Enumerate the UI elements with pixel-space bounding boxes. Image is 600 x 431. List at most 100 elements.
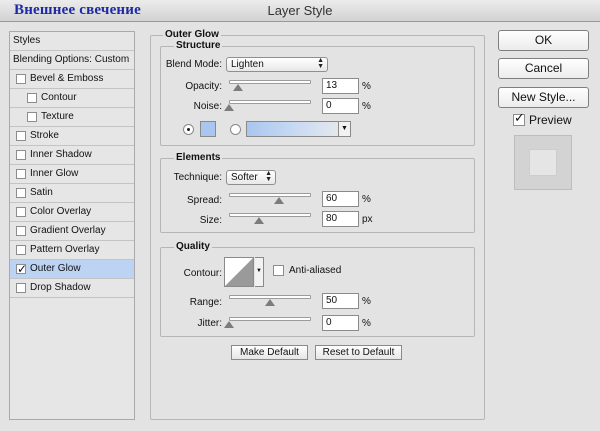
cancel-button[interactable]: Cancel: [498, 58, 589, 79]
jitter-input[interactable]: 0: [322, 315, 359, 331]
opacity-label: Opacity:: [185, 81, 222, 92]
solid-color-radio[interactable]: [183, 124, 194, 135]
noise-slider[interactable]: [229, 100, 311, 104]
anti-aliased-label: Anti-aliased: [289, 265, 342, 276]
updown-arrows-icon: ▲ ▼: [265, 170, 272, 183]
elements-title: Elements: [174, 152, 223, 163]
reset-to-default-button[interactable]: Reset to Default: [315, 345, 402, 360]
style-item-label: Inner Glow: [30, 168, 79, 179]
ok-button[interactable]: OK: [498, 30, 589, 51]
glow-gradient-picker[interactable]: ▼: [246, 121, 351, 137]
styles-panel: Styles Blending Options: Custom Bevel & …: [9, 31, 135, 420]
preview-thumbnail: [514, 135, 572, 190]
style-item-inner-glow[interactable]: Inner Glow: [10, 165, 134, 184]
bevel-emboss-checkbox[interactable]: [16, 74, 26, 84]
style-item-texture[interactable]: Texture: [10, 108, 134, 127]
color-overlay-checkbox[interactable]: [16, 207, 26, 217]
blend-mode-value: Lighten: [231, 59, 264, 70]
opacity-input[interactable]: 13: [322, 78, 359, 94]
style-item-contour[interactable]: Contour: [10, 89, 134, 108]
jitter-slider[interactable]: [229, 317, 311, 321]
jitter-unit: %: [362, 318, 371, 329]
style-item-stroke[interactable]: Stroke: [10, 127, 134, 146]
style-item-bevel-emboss[interactable]: Bevel & Emboss: [10, 70, 134, 89]
size-slider-thumb[interactable]: [254, 217, 264, 224]
spread-slider-thumb[interactable]: [274, 197, 284, 204]
style-item-label: Pattern Overlay: [30, 244, 100, 255]
contour-dropdown-icon[interactable]: ▼: [255, 257, 264, 287]
opacity-unit: %: [362, 81, 371, 92]
pattern-overlay-checkbox[interactable]: [16, 245, 26, 255]
radio-dot: [187, 128, 190, 131]
style-item-label: Stroke: [30, 130, 59, 141]
blending-options-label: Blending Options: Custom: [13, 54, 130, 65]
size-slider[interactable]: [229, 213, 311, 217]
make-default-button[interactable]: Make Default: [231, 345, 308, 360]
style-item-label: Inner Shadow: [30, 149, 92, 160]
size-input[interactable]: 80: [322, 211, 359, 227]
preview-swatch: [529, 149, 557, 176]
outer-glow-title: Outer Glow: [163, 29, 221, 40]
gradient-radio[interactable]: [230, 124, 241, 135]
range-slider-thumb[interactable]: [265, 299, 275, 306]
inner-glow-checkbox[interactable]: [16, 169, 26, 179]
gradient-overlay-checkbox[interactable]: [16, 226, 26, 236]
style-item-label: Satin: [30, 187, 53, 198]
spread-input[interactable]: 60: [322, 191, 359, 207]
range-label: Range:: [189, 297, 222, 308]
contour-checkbox[interactable]: [27, 93, 37, 103]
quality-title: Quality: [174, 241, 212, 252]
stroke-checkbox[interactable]: [16, 131, 26, 141]
blend-mode-select[interactable]: Lighten ▲ ▼: [226, 57, 328, 72]
outer-glow-checkbox[interactable]: ✓: [16, 262, 27, 276]
range-input[interactable]: 50: [322, 293, 359, 309]
contour-preview[interactable]: [224, 257, 254, 287]
preview-checkbox[interactable]: ✓: [513, 110, 525, 126]
technique-value: Softer: [231, 172, 258, 183]
drop-shadow-checkbox[interactable]: [16, 283, 26, 293]
styles-header[interactable]: Styles: [10, 32, 134, 51]
window-title: Layer Style: [267, 3, 333, 18]
new-style-button[interactable]: New Style...: [498, 87, 589, 108]
opacity-slider-thumb[interactable]: [233, 84, 243, 91]
noise-slider-thumb[interactable]: [224, 104, 234, 111]
noise-unit: %: [362, 101, 371, 112]
texture-checkbox[interactable]: [27, 112, 37, 122]
size-label: Size:: [199, 215, 222, 226]
technique-select[interactable]: Softer ▲ ▼: [226, 170, 276, 185]
style-item-label: Gradient Overlay: [30, 225, 106, 236]
structure-title: Structure: [174, 40, 223, 51]
style-item-gradient-overlay[interactable]: Gradient Overlay: [10, 222, 134, 241]
inner-shadow-checkbox[interactable]: [16, 150, 26, 160]
style-item-label: Contour: [41, 92, 77, 103]
blending-options-item[interactable]: Blending Options: Custom: [10, 51, 134, 70]
anti-aliased-checkbox[interactable]: [273, 265, 284, 276]
style-item-inner-shadow[interactable]: Inner Shadow: [10, 146, 134, 165]
size-unit: px: [362, 214, 373, 225]
style-item-drop-shadow[interactable]: Drop Shadow: [10, 279, 134, 298]
style-item-color-overlay[interactable]: Color Overlay: [10, 203, 134, 222]
style-item-label: Color Overlay: [30, 206, 92, 217]
jitter-label: Jitter:: [197, 318, 222, 329]
preview-label: Preview: [529, 113, 572, 127]
contour-label: Contour:: [183, 268, 222, 279]
style-item-satin[interactable]: Satin: [10, 184, 134, 203]
style-item-outer-glow[interactable]: ✓ Outer Glow: [10, 260, 134, 279]
checkmark-icon: ✓: [17, 262, 28, 276]
style-item-label: Texture: [41, 111, 74, 122]
jitter-slider-thumb[interactable]: [224, 321, 234, 328]
updown-arrows-icon: ▲ ▼: [317, 57, 324, 70]
style-item-label: Outer Glow: [30, 263, 81, 274]
checkmark-icon: ✓: [514, 110, 525, 125]
satin-checkbox[interactable]: [16, 188, 26, 198]
spread-slider[interactable]: [229, 193, 311, 197]
range-unit: %: [362, 296, 371, 307]
style-item-label: Bevel & Emboss: [30, 73, 104, 84]
spread-label: Spread:: [186, 195, 222, 206]
style-item-pattern-overlay[interactable]: Pattern Overlay: [10, 241, 134, 260]
contour-curve-icon: [225, 258, 253, 286]
glow-color-swatch[interactable]: [200, 121, 216, 137]
style-item-label: Drop Shadow: [30, 282, 91, 293]
dropdown-arrow-icon[interactable]: ▼: [338, 122, 350, 136]
noise-input[interactable]: 0: [322, 98, 359, 114]
